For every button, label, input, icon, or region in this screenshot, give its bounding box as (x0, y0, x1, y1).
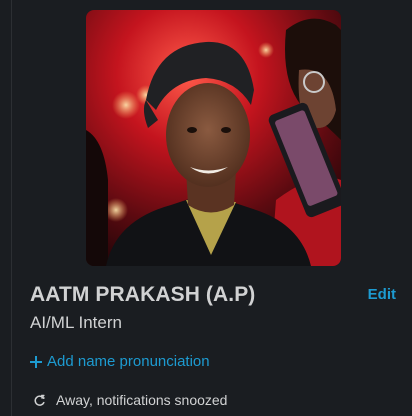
profile-panel: AATM PRAKASH (A.P) Edit AI/ML Intern Add… (0, 0, 412, 416)
profile-photo-image (86, 10, 341, 266)
snooze-icon (34, 394, 45, 406)
profile-photo[interactable] (86, 10, 341, 266)
status-row: Away, notifications snoozed (33, 392, 227, 408)
add-name-pronunciation-button[interactable]: Add name pronunciation (30, 353, 210, 370)
plus-icon (30, 355, 42, 368)
panel-divider (11, 0, 12, 416)
edit-profile-button[interactable]: Edit (368, 286, 396, 303)
profile-title: AI/ML Intern (30, 313, 122, 332)
name-row: AATM PRAKASH (A.P) Edit (30, 283, 396, 309)
display-name: AATM PRAKASH (A.P) (30, 283, 256, 306)
status-text: Away, notifications snoozed (56, 392, 228, 408)
add-name-pronunciation-label: Add name pronunciation (47, 353, 210, 370)
